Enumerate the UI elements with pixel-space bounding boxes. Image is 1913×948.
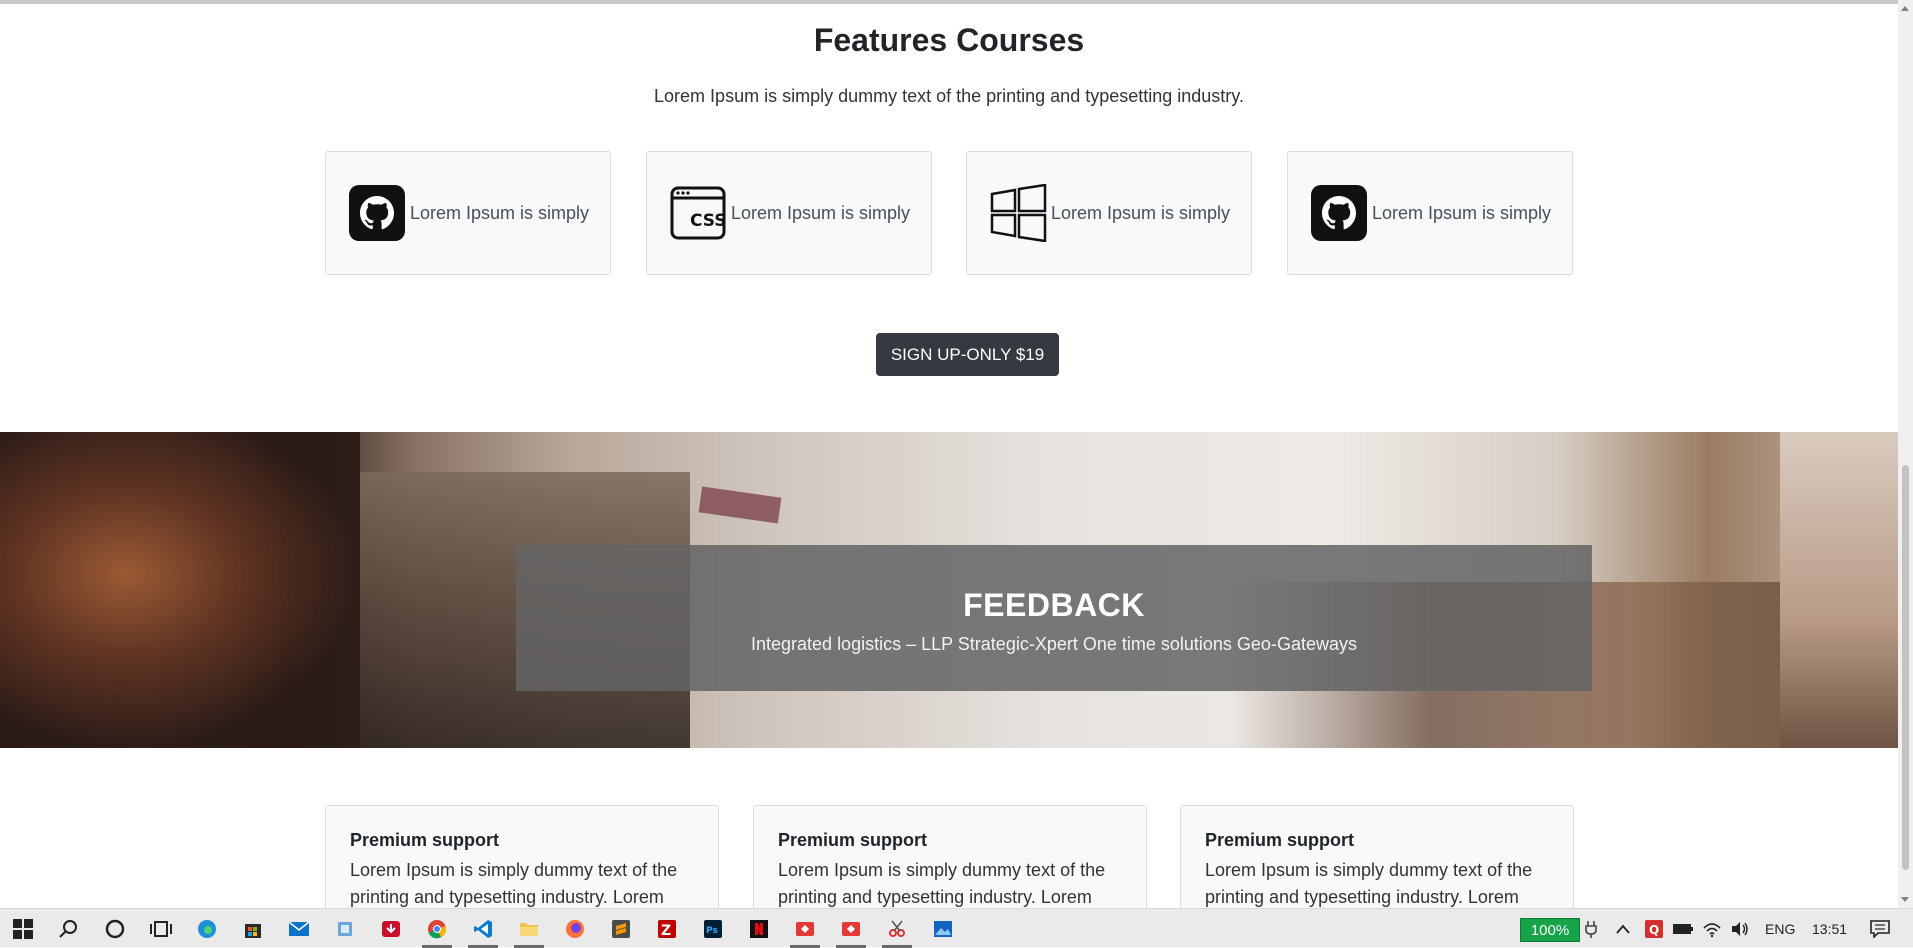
course-card-label: Lorem Ipsum is simply xyxy=(410,202,590,223)
scrollbar-thumb[interactable] xyxy=(1902,465,1909,870)
power-plug-icon[interactable] xyxy=(1583,909,1599,948)
svg-text:Z: Z xyxy=(661,923,671,939)
netflix-icon[interactable] xyxy=(736,909,782,948)
vscode-icon[interactable] xyxy=(460,909,506,948)
battery-icon[interactable] xyxy=(1672,909,1694,948)
task-view-icon[interactable] xyxy=(138,909,184,948)
support-card-title: Premium support xyxy=(350,830,500,850)
course-card[interactable]: Lorem Ipsum is simply xyxy=(325,151,611,275)
support-card-title: Premium support xyxy=(1205,830,1355,850)
app-red-icon[interactable] xyxy=(782,909,828,948)
scroll-up-icon[interactable] xyxy=(1901,6,1909,11)
battery-percentage-badge[interactable]: 100% xyxy=(1520,918,1580,942)
filezilla-icon[interactable]: Z xyxy=(644,909,690,948)
feedback-box: FEEDBACK Integrated logistics – LLP Stra… xyxy=(516,545,1592,691)
app-icon[interactable] xyxy=(322,909,368,948)
hero-background-layer xyxy=(1780,432,1898,748)
course-card-label: Lorem Ipsum is simply xyxy=(731,202,911,223)
course-card[interactable]: Lorem Ipsum is simply xyxy=(966,151,1252,275)
windows-icon xyxy=(989,184,1047,242)
store-icon[interactable] xyxy=(230,909,276,948)
scroll-down-icon[interactable] xyxy=(1901,897,1909,902)
signup-button[interactable]: SIGN UP-ONLY $19 xyxy=(876,333,1059,376)
support-card: Premium support Lorem Ipsum is simply du… xyxy=(753,805,1147,908)
feedback-title: FEEDBACK xyxy=(963,587,1145,623)
course-card-label: Lorem Ipsum is simply xyxy=(1051,202,1231,223)
hero-background-layer xyxy=(698,486,782,524)
svg-text:Ps: Ps xyxy=(706,926,718,936)
support-card-text: Lorem Ipsum is simply dummy text of the … xyxy=(350,860,678,907)
course-card[interactable]: Lorem Ipsum is simply xyxy=(1287,151,1573,275)
feedback-hero: FEEDBACK Integrated logistics – LLP Stra… xyxy=(0,432,1898,748)
file-explorer-icon[interactable] xyxy=(506,909,552,948)
feedback-text: Integrated logistics – LLP Strategic-Xpe… xyxy=(751,634,1357,654)
support-card-text: Lorem Ipsum is simply dummy text of the … xyxy=(778,860,1106,907)
taskbar: Z Ps 100% Q ENG 13:51 xyxy=(0,908,1913,948)
css-icon: CSS xyxy=(669,184,727,242)
edge-icon[interactable] xyxy=(184,909,230,948)
support-card: Premium support Lorem Ipsum is simply du… xyxy=(1180,805,1574,908)
snipping-icon[interactable] xyxy=(874,909,920,948)
language-indicator[interactable]: ENG xyxy=(1765,909,1795,948)
course-card[interactable]: CSS Lorem Ipsum is simply xyxy=(646,151,932,275)
support-card-title: Premium support xyxy=(778,830,928,850)
start-icon[interactable] xyxy=(0,909,46,948)
photos-icon[interactable] xyxy=(920,909,966,948)
course-card-label: Lorem Ipsum is simply xyxy=(1372,202,1552,223)
svg-text:Q: Q xyxy=(1649,923,1659,937)
features-title: Features Courses xyxy=(813,22,1085,58)
clock-time[interactable]: 13:51 xyxy=(1812,909,1847,948)
support-card-text: Lorem Ipsum is simply dummy text of the … xyxy=(1205,860,1533,907)
support-card: Premium support Lorem Ipsum is simply du… xyxy=(325,805,719,908)
github-icon xyxy=(348,184,406,242)
hero-background-image xyxy=(0,432,360,748)
page-content: Features Courses Lorem Ipsum is simply d… xyxy=(0,0,1898,908)
photoshop-icon[interactable]: Ps xyxy=(690,909,736,948)
wifi-icon[interactable] xyxy=(1702,909,1722,948)
download-icon[interactable] xyxy=(368,909,414,948)
features-subtitle: Lorem Ipsum is simply dummy text of the … xyxy=(654,86,1244,106)
sublime-icon[interactable] xyxy=(598,909,644,948)
app-q-icon[interactable]: Q xyxy=(1644,909,1664,948)
app-red-icon[interactable] xyxy=(828,909,874,948)
svg-text:CSS: CSS xyxy=(690,211,727,231)
volume-icon[interactable] xyxy=(1730,909,1750,948)
mail-icon[interactable] xyxy=(276,909,322,948)
search-icon[interactable] xyxy=(46,909,92,948)
notifications-icon[interactable] xyxy=(1870,909,1890,948)
chevron-up-icon[interactable] xyxy=(1615,909,1631,948)
firefox-icon[interactable] xyxy=(552,909,598,948)
chrome-icon[interactable] xyxy=(414,909,460,948)
cortana-icon[interactable] xyxy=(92,909,138,948)
github-icon xyxy=(1310,184,1368,242)
page-scrollbar[interactable] xyxy=(1898,0,1913,908)
